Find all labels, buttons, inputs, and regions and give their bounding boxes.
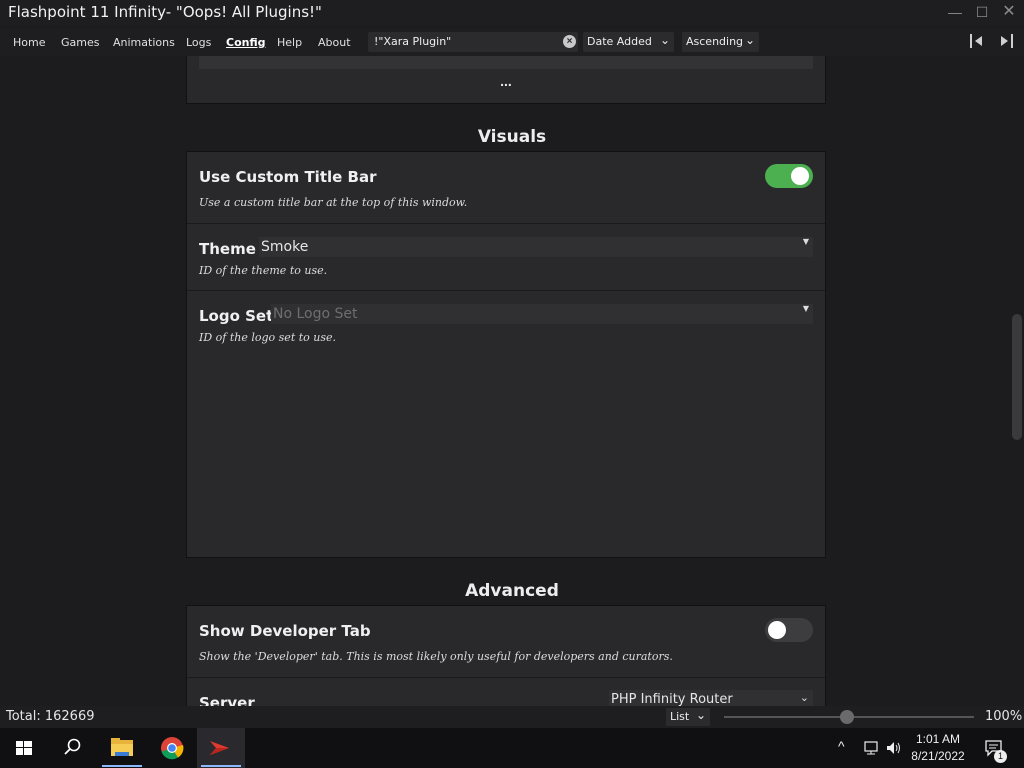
developer-tab-label: Show Developer Tab <box>199 622 371 640</box>
sort-order-select[interactable]: Ascending ⌄ <box>682 32 759 52</box>
total-count: Total: 162669 <box>6 709 95 724</box>
search-input[interactable]: !"Xara Plugin" × <box>368 32 578 52</box>
dropdown-arrow-icon: ▼ <box>802 237 809 246</box>
search-value: !"Xara Plugin" <box>374 35 452 48</box>
vertical-scrollbar[interactable] <box>1012 314 1022 440</box>
custom-title-bar-description: Use a custom title bar at the top of thi… <box>199 196 468 209</box>
clear-search-icon[interactable]: × <box>563 35 576 48</box>
sort-field-value: Date Added <box>587 35 652 48</box>
custom-title-bar-toggle[interactable] <box>765 164 813 188</box>
collapse-left-panel-icon[interactable] <box>968 33 986 49</box>
previous-section-card: ... <box>186 56 826 104</box>
logo-set-select[interactable]: No Logo Set ▼ <box>271 304 813 324</box>
logo-set-placeholder: No Logo Set <box>273 306 358 322</box>
chevron-down-icon: ⌄ <box>744 33 755 47</box>
config-page: ... Visuals Use Custom Title Bar Use a c… <box>0 56 1024 706</box>
title-bar: Flashpoint 11 Infinity- "Oops! All Plugi… <box>0 0 1024 26</box>
developer-tab-description: Show the 'Developer' tab. This is most l… <box>199 650 673 663</box>
custom-title-bar-label: Use Custom Title Bar <box>199 168 377 186</box>
logo-set-description: ID of the logo set to use. <box>199 331 337 344</box>
logo-set-label: Logo Set <box>199 307 274 325</box>
divider <box>187 677 825 678</box>
status-bar: Total: 162669 List ⌄ 100% <box>0 706 1024 728</box>
maximize-button[interactable]: ☐ <box>970 2 994 22</box>
previous-field <box>199 56 813 69</box>
theme-select[interactable]: Smoke ▼ <box>259 237 813 257</box>
zoom-level: 100% <box>985 709 1023 724</box>
zoom-slider-handle[interactable] <box>840 710 854 724</box>
minimize-button[interactable]: — <box>943 2 967 22</box>
visuals-card: Use Custom Title Bar Use a custom title … <box>186 151 826 558</box>
chevron-down-icon: ⌄ <box>659 33 670 47</box>
visuals-heading: Visuals <box>477 127 547 147</box>
advanced-heading: Advanced <box>465 581 559 601</box>
theme-value: Smoke <box>261 239 309 255</box>
divider <box>187 223 825 224</box>
server-label: Server <box>199 694 255 706</box>
menu-logs[interactable]: Logs <box>186 36 211 49</box>
menu-help[interactable]: Help <box>277 36 302 49</box>
theme-description: ID of the theme to use. <box>199 264 328 277</box>
menu-home[interactable]: Home <box>13 36 45 49</box>
dropdown-arrow-icon: ▼ <box>802 304 809 313</box>
theme-label: Theme <box>199 240 256 258</box>
chevron-down-icon: ⌄ <box>695 708 706 722</box>
toggle-knob <box>768 621 786 639</box>
divider <box>187 290 825 291</box>
sort-order-value: Ascending <box>686 35 744 48</box>
more-ellipsis[interactable]: ... <box>187 73 825 89</box>
view-mode-value: List <box>670 710 690 723</box>
advanced-card: Show Developer Tab Show the 'Developer' … <box>186 605 826 706</box>
menu-animations[interactable]: Animations <box>113 36 175 49</box>
network-icon[interactable] <box>862 740 880 756</box>
windows-taskbar: ^ 1:01 AM 8/21/2022 1 <box>0 728 1024 768</box>
close-button[interactable]: ✕ <box>997 2 1021 22</box>
chevron-down-icon: ⌄ <box>799 691 809 704</box>
sort-field-select[interactable]: Date Added ⌄ <box>583 32 674 52</box>
clock-date[interactable]: 8/21/2022 <box>908 749 968 763</box>
server-select[interactable]: PHP Infinity Router ⌄ <box>609 690 813 706</box>
clock-time[interactable]: 1:01 AM <box>910 732 966 746</box>
chrome-icon[interactable] <box>148 728 196 768</box>
collapse-right-panel-icon[interactable] <box>997 33 1015 49</box>
windows-start-icon[interactable] <box>0 728 48 768</box>
server-value: PHP Infinity Router <box>611 692 733 706</box>
menu-games[interactable]: Games <box>61 36 99 49</box>
menu-about[interactable]: About <box>318 36 351 49</box>
window-title: Flashpoint 11 Infinity- "Oops! All Plugi… <box>8 3 322 21</box>
flashpoint-icon[interactable] <box>197 728 245 768</box>
show-hidden-icons-icon[interactable]: ^ <box>838 738 845 754</box>
developer-tab-toggle[interactable] <box>765 618 813 642</box>
view-mode-select[interactable]: List ⌄ <box>666 708 710 726</box>
notification-count-badge: 1 <box>994 750 1007 763</box>
menu-config[interactable]: Config <box>226 36 266 49</box>
volume-icon[interactable] <box>885 740 903 756</box>
file-explorer-icon[interactable] <box>98 728 146 768</box>
search-icon[interactable] <box>48 728 96 768</box>
toggle-knob <box>791 167 809 185</box>
